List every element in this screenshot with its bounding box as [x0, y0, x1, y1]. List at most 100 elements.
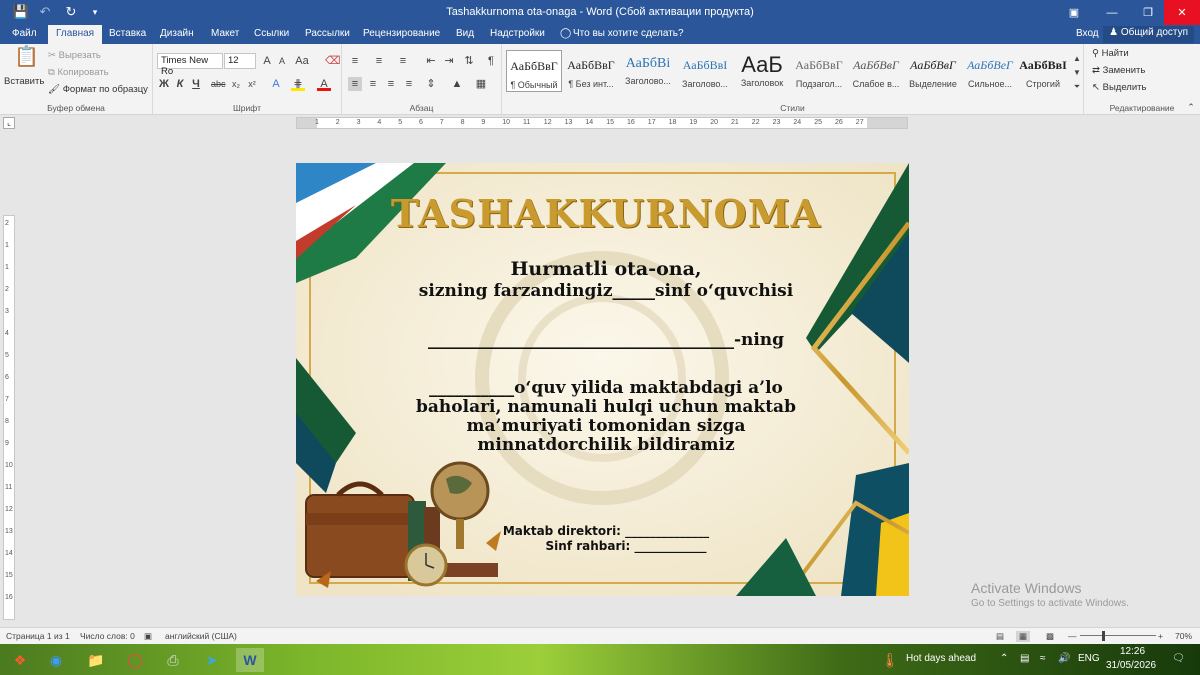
- replace-button[interactable]: ⇄ Заменить: [1092, 65, 1145, 76]
- clear-format-icon[interactable]: ⌫: [325, 54, 341, 68]
- text-effects-icon[interactable]: A: [269, 77, 283, 91]
- bold-icon[interactable]: Ж: [157, 77, 171, 91]
- restore-icon[interactable]: ❐: [1130, 0, 1166, 25]
- style-strong[interactable]: АаБбВвІ Строгий: [1015, 50, 1071, 92]
- style-emphasis[interactable]: АаБбВвГ Выделение: [905, 50, 961, 92]
- word-count[interactable]: Число слов: 0: [80, 631, 135, 641]
- strikethrough-icon[interactable]: abc: [211, 77, 226, 91]
- zoom-slider[interactable]: [1080, 635, 1156, 636]
- sort-icon[interactable]: ⇅: [462, 54, 476, 68]
- style-title[interactable]: АаБ Заголовок: [734, 50, 790, 92]
- style-subtitle[interactable]: АаБбВвГ Подзагол...: [791, 50, 847, 92]
- tell-me-search[interactable]: Что вы хотите сделать?: [573, 28, 684, 39]
- notifications-icon[interactable]: 🗨: [1172, 653, 1185, 664]
- tray-chevron-icon[interactable]: ⌃: [1000, 653, 1008, 664]
- telegram-icon[interactable]: ➤: [198, 648, 226, 672]
- language-indicator[interactable]: английский (США): [165, 631, 237, 641]
- font-family-select[interactable]: Times New Ro: [157, 53, 223, 77]
- tab-addins[interactable]: Надстройки: [490, 28, 545, 39]
- network-icon[interactable]: ▤: [1020, 653, 1029, 664]
- font-size-select[interactable]: 12: [224, 53, 256, 69]
- grow-font-icon[interactable]: A: [260, 54, 274, 68]
- signin-link[interactable]: Вход: [1076, 28, 1099, 39]
- clock-time[interactable]: 12:26: [1120, 646, 1145, 657]
- left-margin-marker[interactable]: [297, 118, 317, 128]
- word-taskbar-icon[interactable]: W: [236, 648, 264, 672]
- change-case-icon[interactable]: Aa: [295, 54, 309, 68]
- style-subtle-emphasis[interactable]: АаБбВвГ Слабое в...: [848, 50, 904, 92]
- paste-button[interactable]: Вставить: [4, 76, 44, 87]
- read-mode-icon[interactable]: ▤: [996, 631, 1004, 642]
- web-layout-icon[interactable]: ▩: [1046, 631, 1054, 642]
- copy-button[interactable]: ⧉ Копировать: [48, 67, 109, 78]
- paste-icon[interactable]: 📋: [14, 47, 39, 74]
- collapse-ribbon-icon[interactable]: ⌃: [1184, 100, 1198, 114]
- tab-insert[interactable]: Вставка: [109, 28, 146, 39]
- italic-icon[interactable]: К: [173, 77, 187, 91]
- shading-icon[interactable]: ▲: [450, 77, 464, 91]
- weather-text[interactable]: Hot days ahead: [906, 653, 976, 664]
- style-normal[interactable]: АаБбВвГ ¶ Обычный: [506, 50, 562, 92]
- borders-icon[interactable]: ▦: [474, 77, 488, 91]
- edge-icon[interactable]: ◉: [42, 648, 70, 672]
- multilevel-list-icon[interactable]: ≡: [396, 54, 410, 68]
- printer-icon[interactable]: ⎙: [159, 648, 187, 672]
- chrome-icon[interactable]: ◯: [121, 648, 149, 672]
- cut-button[interactable]: ✂ Вырезать: [48, 50, 101, 61]
- zoom-slider-thumb[interactable]: [1102, 631, 1105, 641]
- align-right-icon[interactable]: ≡: [384, 77, 398, 91]
- document-page[interactable]: TASHAKKURNOMA Hurmatli ota-ona, sizning …: [296, 163, 909, 596]
- format-painter-button[interactable]: 🖌 Формат по образцу: [48, 84, 148, 95]
- style-no-spacing[interactable]: АаБбВвГ ¶ Без инт...: [563, 50, 619, 92]
- volume-icon[interactable]: 🔊: [1058, 653, 1070, 664]
- share-button[interactable]: ♟ Общий доступ: [1103, 26, 1194, 43]
- tab-selector-icon[interactable]: ⌞: [3, 117, 15, 129]
- align-left-icon[interactable]: ≡: [348, 77, 362, 91]
- horizontal-ruler[interactable]: 1 2 3 4 5 6 7 8 9 10 11 12 13 14 15 16 17 18 19 20 21 22 23 24 2…: [296, 117, 908, 129]
- vertical-ruler[interactable]: 2 1 1 2 3 4 5 6 7 8 9 10 11 12 13 14 15 16: [3, 215, 15, 620]
- ribbon-options-icon[interactable]: ▣: [1056, 0, 1092, 25]
- highlight-icon[interactable]: ⋕: [291, 77, 305, 91]
- bullets-icon[interactable]: ≡: [348, 54, 362, 68]
- style-intense-emphasis[interactable]: АаБбВеГ Сильное...: [962, 50, 1018, 92]
- right-margin-marker[interactable]: [867, 118, 907, 128]
- wifi-icon[interactable]: ≈: [1040, 653, 1046, 664]
- proofing-icon[interactable]: ▣: [144, 631, 152, 642]
- shrink-font-icon[interactable]: A: [275, 54, 289, 68]
- font-color-icon[interactable]: A: [317, 77, 331, 91]
- clock-date[interactable]: 31/05/2026: [1106, 660, 1156, 671]
- tab-layout[interactable]: Макет: [211, 28, 239, 39]
- underline-icon[interactable]: Ч: [189, 77, 203, 91]
- tab-file[interactable]: Файл: [12, 28, 37, 39]
- input-language[interactable]: ENG: [1078, 653, 1100, 664]
- superscript-icon[interactable]: x²: [245, 77, 259, 91]
- start-icon[interactable]: ❖: [6, 648, 34, 672]
- tab-design[interactable]: Дизайн: [160, 28, 194, 39]
- tab-mailings[interactable]: Рассылки: [305, 28, 350, 39]
- tab-view[interactable]: Вид: [456, 28, 474, 39]
- find-button[interactable]: ⚲ Найти: [1092, 48, 1129, 59]
- align-center-icon[interactable]: ≡: [366, 77, 380, 91]
- styles-scroll-down-icon[interactable]: ▼: [1070, 66, 1084, 80]
- zoom-out-icon[interactable]: —: [1068, 631, 1077, 641]
- page-count[interactable]: Страница 1 из 1: [6, 631, 70, 641]
- zoom-in-icon[interactable]: +: [1158, 631, 1163, 641]
- pilcrow-icon[interactable]: ¶: [484, 54, 498, 68]
- line-spacing-icon[interactable]: ⇕: [424, 77, 438, 91]
- minimize-icon[interactable]: —: [1094, 0, 1130, 25]
- print-layout-icon[interactable]: ▦: [1016, 631, 1031, 642]
- zoom-level[interactable]: 70%: [1175, 631, 1192, 641]
- numbering-icon[interactable]: ≡: [372, 54, 386, 68]
- style-heading1[interactable]: АаБбВі Заголово...: [620, 50, 676, 92]
- styles-more-icon[interactable]: ⏷: [1070, 80, 1084, 94]
- select-button[interactable]: ↖ Выделить: [1092, 82, 1146, 93]
- style-heading2[interactable]: АаБбВвІ Заголово...: [677, 50, 733, 92]
- file-explorer-icon[interactable]: 📁: [82, 648, 110, 672]
- tab-review[interactable]: Рецензирование: [363, 28, 440, 39]
- justify-icon[interactable]: ≡: [402, 77, 416, 91]
- styles-scroll-up-icon[interactable]: ▲: [1070, 52, 1084, 66]
- subscript-icon[interactable]: x₂: [229, 77, 243, 91]
- tab-references[interactable]: Ссылки: [254, 28, 289, 39]
- decrease-indent-icon[interactable]: ⇤: [424, 54, 438, 68]
- close-icon[interactable]: ✕: [1164, 0, 1200, 25]
